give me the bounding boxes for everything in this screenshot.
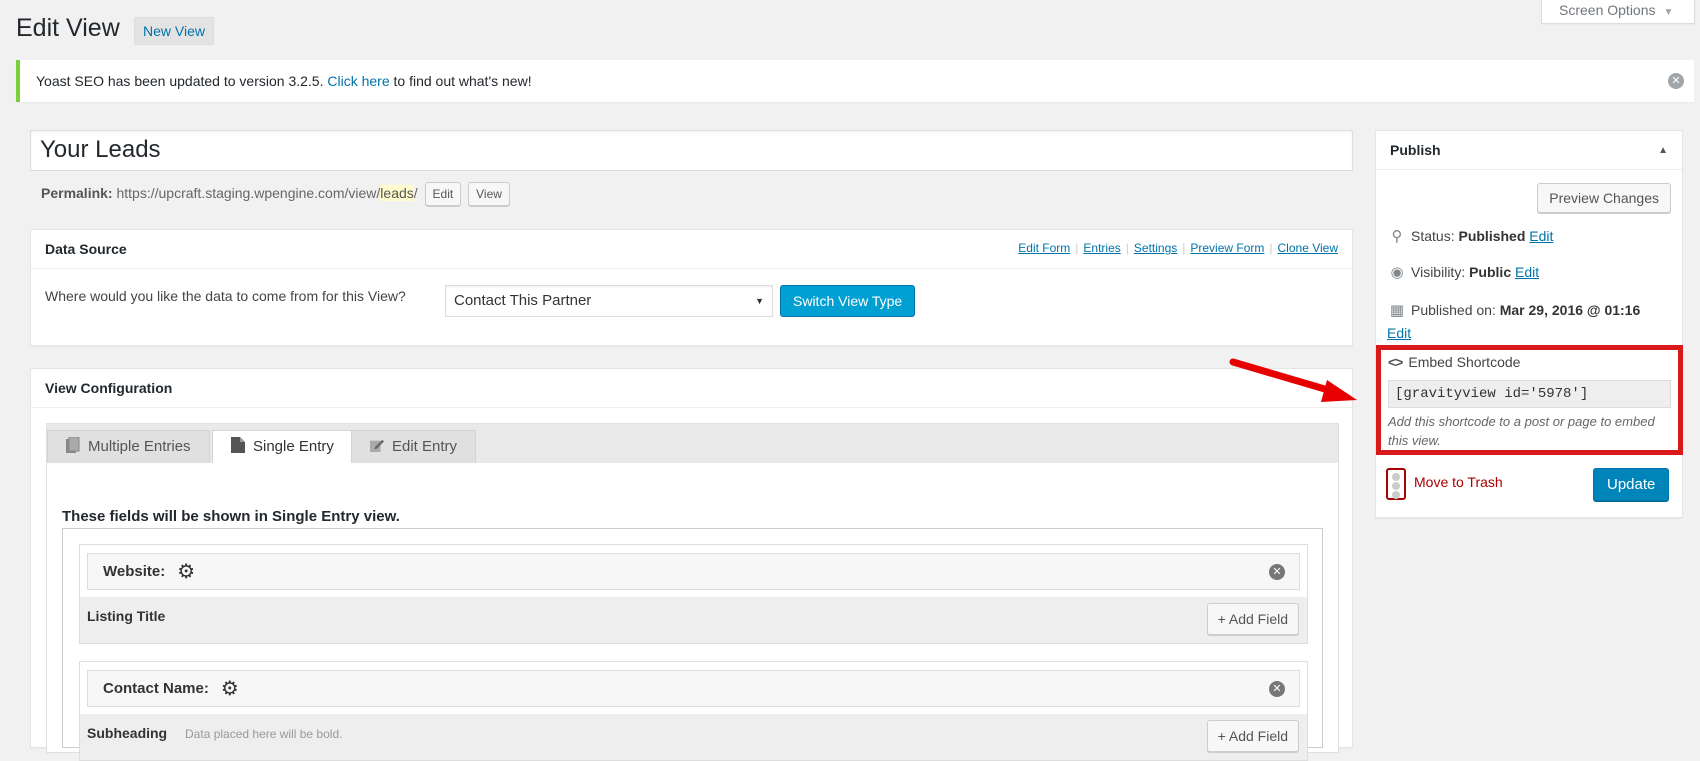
update-button[interactable]: Update bbox=[1593, 468, 1670, 501]
move-to-trash-link[interactable]: Move to Trash bbox=[1414, 474, 1503, 490]
dismiss-icon[interactable]: ✕ bbox=[1668, 73, 1684, 89]
field-area-subheading: Contact Name: ⚙ ✕ Subheading Data placed … bbox=[79, 661, 1308, 761]
permalink-end: / bbox=[413, 185, 418, 201]
data-source-question: Where would you like the data to come fr… bbox=[45, 288, 406, 304]
update-notice: Yoast SEO has been updated to version 3.… bbox=[16, 60, 1694, 102]
status-label: Status: bbox=[1411, 228, 1455, 244]
code-icon: <> bbox=[1388, 354, 1403, 370]
edit-form-link[interactable]: Edit Form bbox=[1018, 241, 1070, 255]
switch-view-type-button[interactable]: Switch View Type bbox=[780, 285, 916, 317]
entries-link[interactable]: Entries bbox=[1083, 241, 1120, 255]
multiple-entries-icon bbox=[66, 437, 80, 453]
permalink-slug: leads bbox=[380, 185, 414, 201]
tab-label: Single Entry bbox=[253, 438, 334, 455]
dropdown-arrow-icon: ▼ bbox=[755, 296, 764, 306]
page-title: Edit View bbox=[16, 14, 120, 42]
tab-multiple-entries[interactable]: Multiple Entries bbox=[47, 430, 210, 464]
field-area-label: Listing Title bbox=[87, 608, 166, 624]
single-entry-icon bbox=[231, 437, 245, 453]
notice-text: Yoast SEO has been updated to version 3.… bbox=[36, 73, 324, 89]
fields-shown-heading: These fields will be shown in Single Ent… bbox=[62, 508, 400, 525]
permalink-base: https://upcraft.staging.wpengine.com/vie… bbox=[116, 185, 381, 201]
pin-icon: ⚲ bbox=[1391, 228, 1403, 245]
status-row: ⚲ Status: Published Edit bbox=[1387, 227, 1554, 245]
form-select[interactable]: Contact This Partner ▼ bbox=[445, 285, 773, 317]
edit-entry-icon bbox=[370, 439, 384, 452]
field-area-header: Listing Title + Add Field bbox=[80, 597, 1307, 643]
remove-field-icon[interactable]: ✕ bbox=[1269, 681, 1285, 697]
trash-icon[interactable] bbox=[1386, 468, 1406, 500]
field-label: Website: bbox=[103, 563, 166, 580]
field-area-hint: Data placed here will be bold. bbox=[185, 727, 343, 741]
status-value: Published bbox=[1458, 228, 1526, 244]
add-field-button[interactable]: + Add Field bbox=[1206, 603, 1299, 635]
field-area-listing-title: Website: ⚙ ✕ Listing Title + Add Field bbox=[79, 544, 1308, 644]
clone-view-link[interactable]: Clone View bbox=[1278, 241, 1338, 255]
annotation-arrow-icon bbox=[1229, 358, 1357, 402]
visibility-value: Public bbox=[1469, 264, 1512, 280]
published-label: Published on: bbox=[1411, 302, 1496, 318]
published-on-row: ▦ Published on: Mar 29, 2016 @ 01:16 Edit bbox=[1387, 299, 1677, 344]
field-item[interactable]: Website: ⚙ ✕ bbox=[87, 553, 1300, 590]
field-area-label: Subheading bbox=[87, 725, 168, 741]
caret-down-icon: ▼ bbox=[1663, 7, 1674, 18]
permalink-edit-button[interactable]: Edit bbox=[424, 182, 462, 207]
shortcode-field[interactable]: [gravityview id='5978'] bbox=[1388, 380, 1671, 408]
form-select-value: Contact This Partner bbox=[454, 292, 592, 309]
field-area-header: Subheading Data placed here will be bold… bbox=[80, 714, 1307, 760]
embed-shortcode-box: <> Embed Shortcode [gravityview id='5978'… bbox=[1376, 345, 1683, 455]
publish-box: Publish ▲ Preview Changes ⚲ Status: Publi… bbox=[1375, 130, 1683, 518]
tab-single-entry[interactable]: Single Entry bbox=[212, 430, 353, 465]
published-value: Mar 29, 2016 @ 01:16 bbox=[1499, 302, 1641, 318]
view-tabs: Multiple Entries Single Entry Edit Entry bbox=[46, 423, 1339, 465]
status-edit-link[interactable]: Edit bbox=[1529, 228, 1553, 244]
published-edit-link[interactable]: Edit bbox=[1387, 325, 1411, 341]
fields-container: Website: ⚙ ✕ Listing Title + Add Field Co… bbox=[62, 528, 1323, 761]
screen-options-label: Screen Options bbox=[1559, 2, 1656, 18]
preview-changes-button[interactable]: Preview Changes bbox=[1537, 183, 1671, 213]
new-view-button[interactable]: New View bbox=[134, 17, 214, 45]
data-source-links: Edit Form | Entries | Settings | Preview Form |… bbox=[1018, 241, 1338, 255]
publish-title: Publish ▲ bbox=[1376, 131, 1682, 170]
publish-title-text: Publish bbox=[1390, 142, 1441, 158]
embed-hint: Add this shortcode to a post or page to … bbox=[1388, 414, 1655, 448]
preview-form-link[interactable]: Preview Form bbox=[1190, 241, 1264, 255]
tab-label: Multiple Entries bbox=[88, 438, 191, 455]
add-field-button[interactable]: + Add Field bbox=[1206, 720, 1299, 752]
visibility-edit-link[interactable]: Edit bbox=[1515, 264, 1539, 280]
permalink-label: Permalink: bbox=[41, 185, 113, 201]
remove-field-icon[interactable]: ✕ bbox=[1269, 564, 1285, 580]
visibility-row: ◉ Visibility: Public Edit bbox=[1387, 263, 1539, 281]
tab-edit-entry[interactable]: Edit Entry bbox=[351, 430, 477, 464]
calendar-icon: ▦ bbox=[1389, 302, 1405, 319]
gear-icon[interactable]: ⚙ bbox=[221, 672, 239, 707]
field-label: Contact Name: bbox=[103, 680, 209, 697]
permalink-view-button[interactable]: View bbox=[468, 182, 510, 207]
field-item[interactable]: Contact Name: ⚙ ✕ bbox=[87, 670, 1300, 707]
eye-icon: ◉ bbox=[1390, 264, 1404, 281]
view-configuration-title: View Configuration bbox=[31, 369, 1352, 408]
screen-options-toggle[interactable]: Screen Options ▼ bbox=[1541, 0, 1695, 24]
settings-link[interactable]: Settings bbox=[1134, 241, 1177, 255]
embed-title-text: Embed Shortcode bbox=[1408, 354, 1521, 370]
visibility-label: Visibility: bbox=[1411, 264, 1466, 280]
notice-link[interactable]: Click here bbox=[327, 73, 389, 89]
notice-text-after: to find out what's new! bbox=[393, 73, 532, 89]
post-title-input[interactable]: Your Leads bbox=[30, 130, 1353, 171]
tab-label: Edit Entry bbox=[392, 438, 458, 455]
gear-icon[interactable]: ⚙ bbox=[177, 555, 195, 590]
embed-shortcode-title: <> Embed Shortcode bbox=[1388, 354, 1520, 370]
permalink-row: Permalink: https://upcraft.staging.wpeng… bbox=[41, 180, 510, 207]
data-source-box: Data Source Edit Form | Entries | Settings | P… bbox=[30, 229, 1353, 346]
collapse-arrow-icon[interactable]: ▲ bbox=[1658, 131, 1668, 170]
